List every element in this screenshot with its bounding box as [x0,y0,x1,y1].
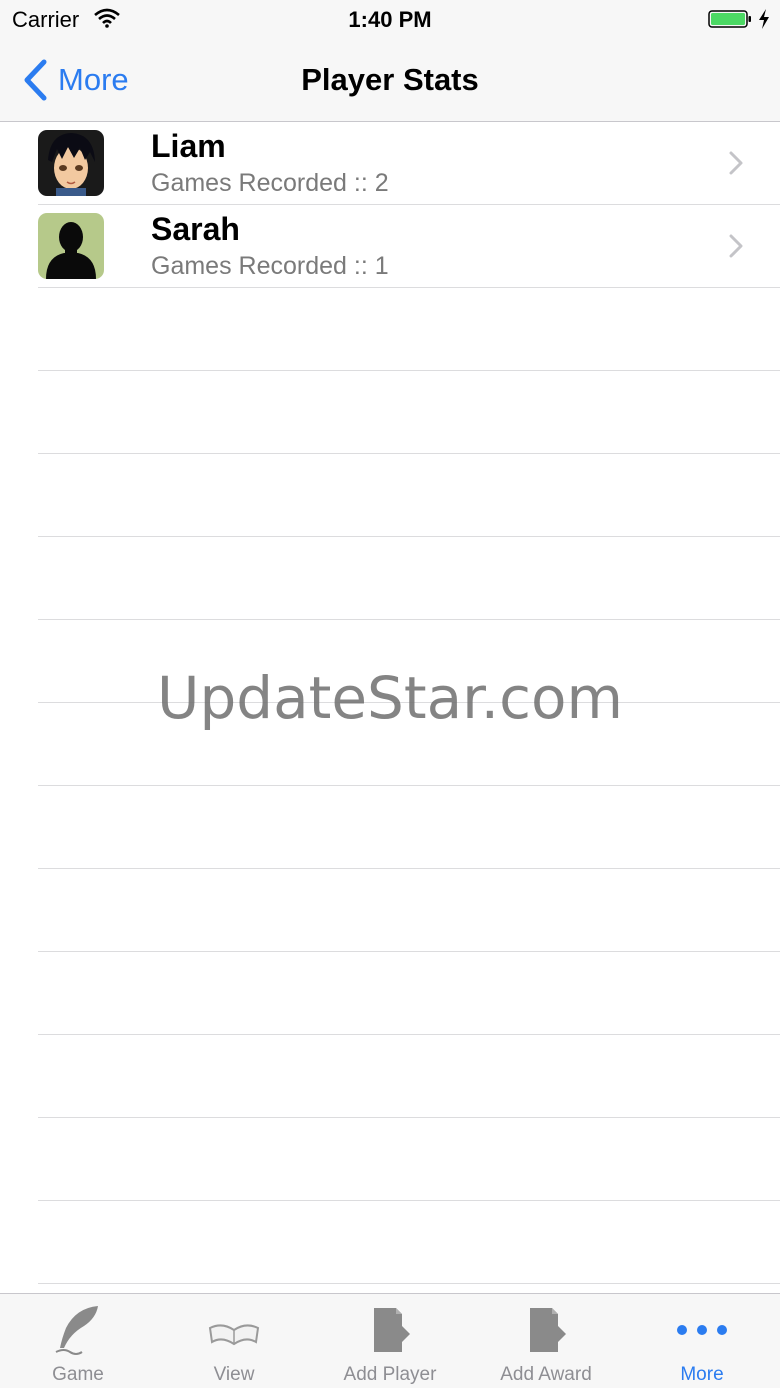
tab-label: Add Player [343,1364,437,1385]
chevron-right-icon [729,151,743,175]
empty-row [38,869,780,952]
tab-label: View [213,1364,255,1385]
page-title: Player Stats [301,62,479,97]
status-time: 1:40 PM [348,7,432,32]
tab-more[interactable]: More [624,1294,780,1388]
empty-row [38,537,780,620]
empty-row [38,1118,780,1201]
charging-bolt-icon [759,9,769,29]
tab-label: Game [52,1364,104,1385]
tab-view[interactable]: View [156,1294,312,1388]
watermark: UpdateStar.com [157,664,623,732]
empty-row [38,371,780,454]
empty-row [38,454,780,537]
games-recorded-label: Games Recorded :: 1 [151,252,389,280]
quill-icon [55,1306,98,1355]
player-name: Liam [151,128,226,164]
tab-label: More [680,1364,724,1385]
status-bar: Carrier 1:40 PM [0,0,780,40]
more-dots-icon [677,1325,727,1335]
battery-icon [708,10,751,28]
chevron-right-icon [729,234,743,258]
add-document-icon [374,1308,410,1352]
tab-bar: Game View Add Player Add Award More [0,1293,780,1388]
empty-row [38,288,780,371]
empty-row [38,786,780,869]
book-icon [208,1324,260,1346]
player-row-liam[interactable]: Liam Games Recorded :: 2 [38,122,780,205]
player-row-sarah[interactable]: Sarah Games Recorded :: 1 [38,205,780,288]
tab-label: Add Award [500,1364,592,1385]
tab-add-award[interactable]: Add Award [468,1294,624,1388]
empty-row [38,1201,780,1284]
player-name: Sarah [151,211,240,247]
player-list: Liam Games Recorded :: 2 Sarah Games Rec… [0,122,780,1367]
anime-boy-avatar [38,130,104,196]
empty-row [38,952,780,1035]
navigation-bar: More Player Stats [0,40,780,122]
tab-game[interactable]: Game [0,1294,156,1388]
games-recorded-label: Games Recorded :: 2 [151,169,389,197]
tab-add-player[interactable]: Add Player [312,1294,468,1388]
empty-row [38,1035,780,1118]
add-document-icon [530,1308,566,1352]
silhouette-avatar [38,213,104,279]
